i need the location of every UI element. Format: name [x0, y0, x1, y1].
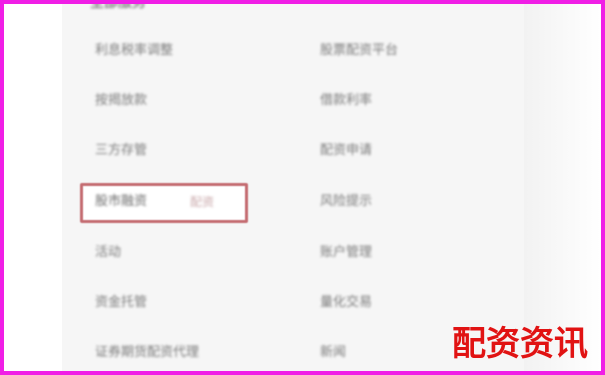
image-frame	[0, 0, 605, 375]
